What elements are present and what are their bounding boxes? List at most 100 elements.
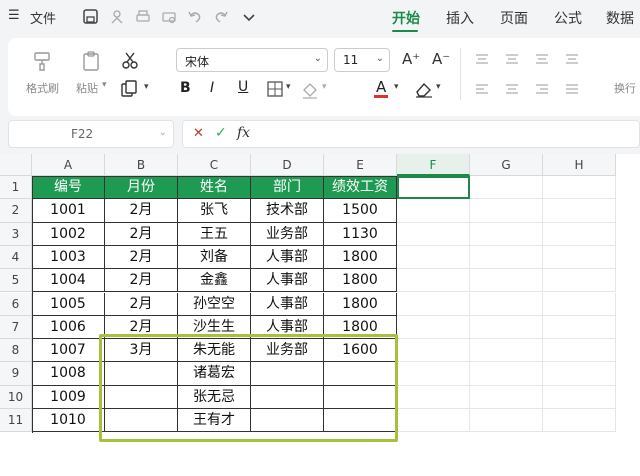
tab-data[interactable]: 数据 <box>606 8 634 28</box>
redo-icon[interactable] <box>212 8 230 26</box>
clear-dropdown-icon[interactable]: ▾ <box>436 82 441 92</box>
table-cell[interactable] <box>251 385 324 409</box>
empty-cell[interactable] <box>397 269 470 293</box>
table-cell[interactable]: 2月 <box>105 245 178 270</box>
format-painter-icon[interactable] <box>32 50 54 72</box>
table-cell[interactable]: 2月 <box>105 315 178 340</box>
paste-dropdown-icon[interactable]: ▾ <box>102 80 107 90</box>
save-icon[interactable] <box>82 8 100 26</box>
border-icon[interactable] <box>266 80 284 98</box>
tab-insert[interactable]: 插入 <box>446 8 474 28</box>
empty-cell[interactable] <box>543 222 616 246</box>
table-cell[interactable] <box>105 409 178 433</box>
column-header-g[interactable]: G <box>470 154 543 176</box>
confirm-icon[interactable]: ✓ <box>215 125 227 141</box>
font-size-select[interactable]: 11 ⌄ <box>334 48 390 72</box>
table-cell[interactable]: 王五 <box>178 222 251 246</box>
row-header[interactable]: 9 <box>0 362 32 386</box>
table-cell[interactable]: 业务部 <box>251 339 324 363</box>
table-cell[interactable]: 2月 <box>105 292 178 316</box>
table-cell[interactable]: 1001 <box>32 199 105 223</box>
table-cell[interactable]: 1800 <box>324 269 397 293</box>
empty-cell[interactable] <box>470 176 543 200</box>
empty-cell[interactable] <box>543 245 616 270</box>
table-cell[interactable]: 人事部 <box>251 245 324 270</box>
table-cell[interactable]: 1003 <box>32 245 105 270</box>
tab-page[interactable]: 页面 <box>500 8 528 28</box>
table-cell[interactable]: 1009 <box>32 385 105 409</box>
empty-cell[interactable] <box>543 176 616 200</box>
empty-cell[interactable] <box>543 199 616 223</box>
font-color-dropdown-icon[interactable]: ▾ <box>394 82 399 92</box>
empty-cell[interactable] <box>470 362 543 386</box>
empty-cell[interactable] <box>543 362 616 386</box>
empty-cell[interactable] <box>470 315 543 340</box>
file-menu[interactable]: 文件 <box>30 8 56 27</box>
decrease-font-size-button[interactable]: A⁻ <box>432 50 450 68</box>
empty-cell[interactable] <box>543 269 616 293</box>
font-name-select[interactable]: 宋体 ⌄ <box>176 48 328 72</box>
font-color-button[interactable]: A <box>376 78 386 96</box>
empty-cell[interactable] <box>397 409 470 433</box>
row-header[interactable]: 4 <box>0 245 32 270</box>
paste-icon[interactable] <box>80 50 102 72</box>
table-cell[interactable]: 金鑫 <box>178 269 251 293</box>
column-header-a[interactable]: A <box>32 154 105 176</box>
empty-cell[interactable] <box>397 199 470 223</box>
row-header[interactable]: 3 <box>0 222 32 246</box>
empty-cell[interactable] <box>470 269 543 293</box>
empty-cell[interactable] <box>397 292 470 316</box>
print-icon[interactable] <box>134 8 152 26</box>
increase-font-size-button[interactable]: A⁺ <box>402 50 420 68</box>
row-header[interactable]: 8 <box>0 339 32 363</box>
empty-cell[interactable] <box>397 222 470 246</box>
column-header-c[interactable]: C <box>178 154 251 176</box>
row-header[interactable]: 6 <box>0 292 32 316</box>
empty-cell[interactable] <box>470 385 543 409</box>
table-cell[interactable]: 1004 <box>32 269 105 293</box>
table-cell[interactable]: 孙空空 <box>178 292 251 316</box>
print-preview-icon[interactable] <box>160 8 178 26</box>
wrap-text-button[interactable]: 换行 <box>614 80 636 96</box>
empty-cell[interactable] <box>470 245 543 270</box>
empty-cell[interactable] <box>397 362 470 386</box>
cut-icon[interactable] <box>120 50 140 70</box>
tab-home[interactable]: 开始 <box>392 8 420 28</box>
empty-cell[interactable] <box>397 385 470 409</box>
table-header-cell[interactable]: 编号 <box>32 176 105 200</box>
table-cell[interactable] <box>251 362 324 386</box>
empty-cell[interactable] <box>543 385 616 409</box>
empty-cell[interactable] <box>397 176 470 200</box>
insert-function-icon[interactable]: fx <box>237 125 250 141</box>
table-cell[interactable] <box>324 362 397 386</box>
share-icon[interactable] <box>108 8 126 26</box>
empty-cell[interactable] <box>543 315 616 340</box>
column-header-e[interactable]: E <box>324 154 397 176</box>
table-cell[interactable]: 1130 <box>324 222 397 246</box>
column-header-d[interactable]: D <box>251 154 324 176</box>
table-cell[interactable]: 王有才 <box>178 409 251 433</box>
cancel-icon[interactable]: ✕ <box>193 126 204 141</box>
row-header[interactable]: 2 <box>0 199 32 223</box>
fill-dropdown-icon[interactable]: ▾ <box>322 82 327 92</box>
empty-cell[interactable] <box>397 339 470 363</box>
table-cell[interactable]: 1010 <box>32 409 105 433</box>
empty-cell[interactable] <box>543 409 616 433</box>
table-header-cell[interactable]: 部门 <box>251 176 324 200</box>
formula-input[interactable]: ✕ ✓ fx <box>182 120 640 148</box>
table-header-cell[interactable]: 月份 <box>105 176 178 200</box>
table-cell[interactable]: 2月 <box>105 269 178 293</box>
empty-cell[interactable] <box>470 409 543 433</box>
spreadsheet-grid[interactable]: A B C D E F G H 1 编号 月份 姓名 部门 绩效工资 2 1001 2月 张飞 技术部 1500 3 10… <box>0 154 640 476</box>
table-cell[interactable]: 1002 <box>32 222 105 246</box>
table-cell[interactable]: 业务部 <box>251 222 324 246</box>
bold-button[interactable]: B <box>180 80 191 96</box>
underline-button[interactable]: U <box>238 79 248 95</box>
table-cell[interactable]: 1007 <box>32 339 105 363</box>
format-painter-label[interactable]: 格式刷 <box>26 80 59 96</box>
undo-icon[interactable] <box>186 8 204 26</box>
select-all-corner[interactable] <box>0 154 32 176</box>
table-cell[interactable]: 1800 <box>324 315 397 340</box>
table-cell[interactable]: 2月 <box>105 222 178 246</box>
table-header-cell[interactable]: 绩效工资 <box>324 176 397 200</box>
